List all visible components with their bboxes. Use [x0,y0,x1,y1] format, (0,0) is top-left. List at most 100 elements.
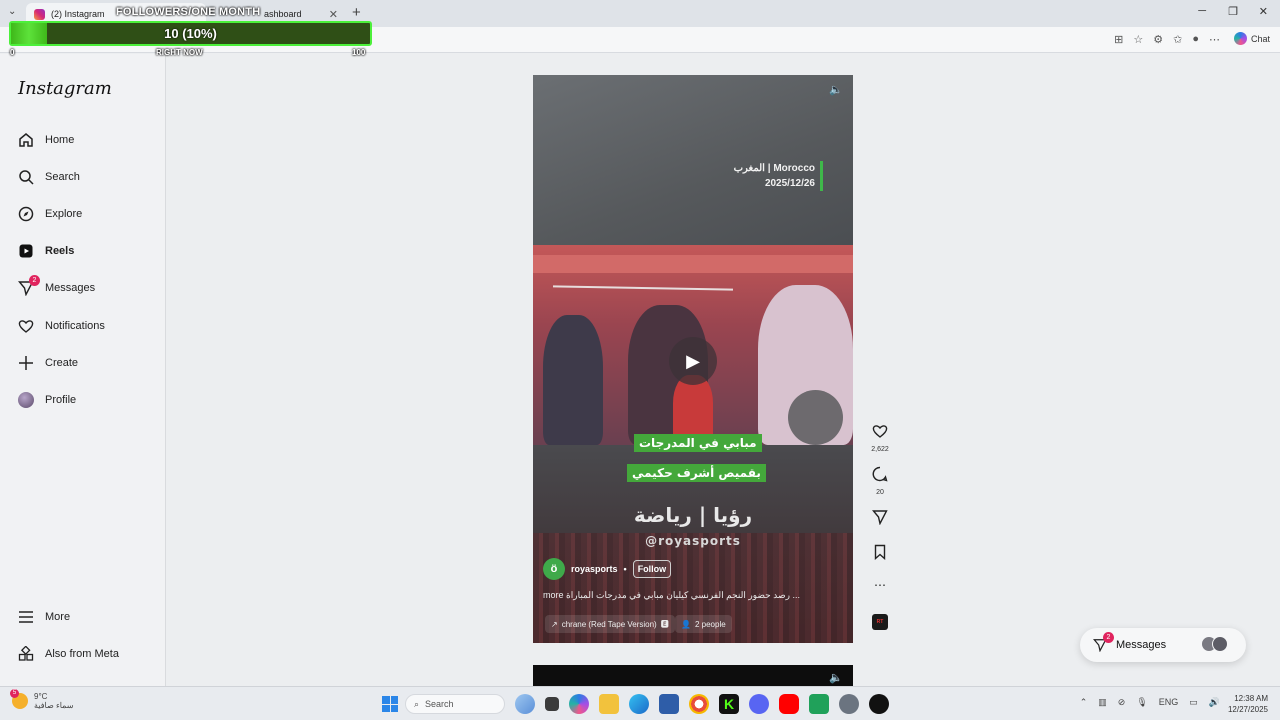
like-action[interactable]: 2,622 [868,423,892,453]
chrome-icon[interactable] [689,694,709,714]
nav-item-create[interactable]: Create [18,355,78,371]
copilot-chat-button[interactable]: Chat [1233,32,1270,45]
nav-item-profile[interactable]: Profile [18,392,76,408]
microphone-icon[interactable]: 🎙 [1136,697,1147,708]
copilot-icon[interactable] [569,694,589,714]
reel-description[interactable]: more رصد حضور النجم الفرنسي كيليان مبابي… [543,590,801,601]
overlay-title: FOLLOWERS/ONE MONTH [116,6,261,18]
next-reel-preview[interactable]: 🔈 [533,665,853,686]
display-icon[interactable]: ▭ [1189,697,1198,708]
messages-floating-button[interactable]: 2 Messages [1080,628,1246,662]
clock-time: 12:38 AM [1234,694,1268,703]
messages-badge: 2 [1103,632,1114,643]
separator-dot: • [623,564,627,574]
nav-item-explore[interactable]: Explore [18,206,82,222]
volume-icon[interactable]: 🔊 [1209,697,1220,708]
chevron-up-icon[interactable]: ⌃ [1080,697,1088,708]
windows-start-icon[interactable] [382,696,398,712]
avatar [1212,636,1228,652]
nav-label: Profile [45,394,77,406]
stands-line [552,285,734,291]
nav-item-search[interactable]: Search [18,169,80,185]
nav-item-more[interactable]: More [18,609,70,625]
close-tab-icon[interactable]: ✕ [329,8,338,21]
progress-max-label: 100 [352,48,366,57]
close-window-icon[interactable]: ✕ [1259,5,1268,18]
profile-avatar [18,392,34,408]
tab-list-chevron-icon[interactable]: ⌄ [8,6,16,17]
play-button[interactable]: ▶ [669,337,717,385]
new-tab-button[interactable]: + [352,4,361,21]
instagram-logo[interactable]: Instagram [18,78,112,99]
menu-icon [18,609,34,625]
follow-button[interactable]: Follow [632,560,672,578]
spreadsheet-icon[interactable] [809,694,829,714]
nav-label: Reels [45,245,75,257]
app-available-icon[interactable]: ⊞ [1114,33,1123,46]
nav-item-home[interactable]: Home [18,132,74,148]
author-username[interactable]: royasports [571,564,618,574]
share-action[interactable] [868,509,892,530]
kick-icon[interactable]: K [719,694,739,714]
sun-icon: 5 [10,689,28,709]
profile-avatar-icon[interactable]: ● [1192,33,1199,46]
spectator [788,390,843,445]
nav-item-reels[interactable]: Reels [18,243,74,259]
taskbar-apps: ⌕ Search K [382,694,889,714]
speaker-icon[interactable]: 🔈 [829,83,843,96]
discord-icon[interactable] [749,694,769,714]
settings-icon[interactable] [839,694,859,714]
edge-browser-icon[interactable] [629,694,649,714]
people-count: 2 people [694,619,726,629]
send-icon: 2 [18,275,40,296]
copilot-icon [1233,32,1247,45]
more-options-icon[interactable]: ⋯ [1209,33,1220,46]
weather-badge: 5 [10,689,19,698]
store-icon[interactable] [659,694,679,714]
nav-label: Create [45,357,79,369]
reel-video-top [533,75,853,245]
speaker-icon[interactable]: 🔈 [829,671,843,684]
nav-label: Explore [45,208,83,220]
audio-thumbnail[interactable]: RT [872,614,888,630]
play-icon: ▶ [686,350,700,371]
spectator [543,315,603,445]
widgets-icon[interactable] [515,694,535,714]
progress-value: 10 (10%) [164,26,217,41]
author-avatar[interactable]: ö [543,558,565,580]
nav-label: Home [45,134,75,146]
nav-item-messages[interactable]: 2 Messages [18,275,95,296]
weather-widget[interactable]: 5 9°C سماء صافية [10,689,74,710]
more-options-icon[interactable]: ⋯ [868,578,892,592]
taskbar-search[interactable]: ⌕ Search [405,694,505,714]
favorite-star-icon[interactable]: ☆ [1133,33,1143,46]
explicit-icon: 🅴 [660,619,669,629]
system-clock[interactable]: 12:38 AM 12/27/2025 [1228,693,1268,715]
message-avatars [1201,636,1228,652]
like-count: 2,622 [871,446,889,453]
obs-icon[interactable] [869,694,889,714]
minimize-icon[interactable]: ─ [1198,5,1206,17]
app-tray-icon[interactable]: ▥ [1098,697,1107,708]
windows-taskbar: 5 9°C سماء صافية ⌕ Search K ⌃ ▥ ⊘ 🎙 ENG … [0,686,1280,720]
extensions-icon[interactable]: ⚙ [1153,33,1163,46]
tab-label: ashboard [264,9,302,19]
reels-icon [18,243,34,259]
person-icon: 👤 [681,619,691,629]
comment-action[interactable]: 20 [868,466,892,496]
nav-item-also-from-meta[interactable]: Also from Meta [18,646,119,662]
save-action[interactable] [868,544,892,565]
task-view-icon[interactable] [545,697,559,711]
tagged-people-chip[interactable]: 👤 2 people [675,615,732,633]
audio-chip[interactable]: ↗ chrane (Red Tape Version) 🅴 [545,615,675,633]
reel-video[interactable]: 🔈 المغرب | Morocco 2025/12/26 ▶ مبابي في… [533,75,853,643]
network-off-icon[interactable]: ⊘ [1118,697,1126,708]
home-icon [18,132,34,148]
language-indicator[interactable]: ENG [1159,697,1179,708]
more-link[interactable]: more [543,590,564,600]
restore-icon[interactable]: ❐ [1228,5,1238,18]
nav-item-notifications[interactable]: Notifications [18,318,105,334]
favorites-icon[interactable]: ✩ [1173,33,1182,46]
youtube-icon[interactable] [779,694,799,714]
file-explorer-icon[interactable] [599,694,619,714]
